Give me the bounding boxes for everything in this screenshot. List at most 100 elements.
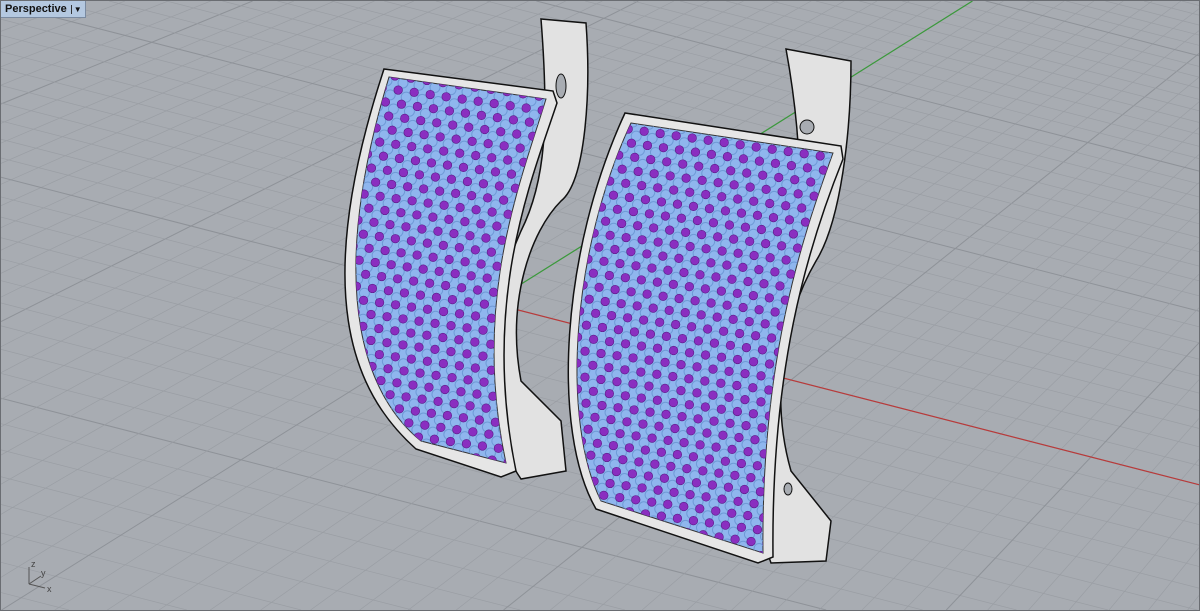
gem (470, 337, 480, 347)
gem (483, 193, 493, 203)
gem (628, 353, 638, 363)
gem (630, 152, 640, 162)
gem (435, 186, 445, 196)
gem (596, 374, 606, 385)
gem (476, 219, 486, 229)
grid-line (1181, 1, 1199, 6)
gem (725, 340, 736, 350)
gem (618, 518, 628, 529)
setting-hole (525, 318, 535, 328)
gem (436, 422, 446, 433)
gem (677, 334, 688, 344)
gem (646, 154, 656, 165)
dropdown-triangle-icon[interactable]: ▼ (70, 4, 82, 14)
gem (758, 170, 768, 180)
setting-hole (306, 147, 316, 157)
gem (615, 258, 625, 269)
setting-hole (290, 459, 300, 469)
gem (624, 192, 635, 203)
setting-hole (524, 370, 534, 380)
grid-line (1, 504, 413, 610)
gem (681, 227, 691, 237)
gem (411, 471, 420, 480)
setting-hole (392, 460, 404, 463)
gem (618, 455, 628, 465)
gem (423, 198, 433, 208)
gem (690, 256, 700, 266)
gem (660, 383, 670, 394)
gem (718, 559, 727, 568)
gem (557, 331, 566, 340)
gem (529, 494, 538, 503)
gem (483, 139, 493, 149)
gem (693, 336, 704, 346)
gem (620, 273, 630, 283)
gem (451, 188, 461, 198)
gem (624, 443, 635, 453)
gem (442, 160, 453, 170)
gem (756, 371, 766, 381)
gem (688, 452, 699, 462)
viewport-canvas[interactable]: z y x (1, 1, 1199, 610)
gem (652, 395, 662, 405)
gem (535, 482, 544, 491)
gem (784, 215, 795, 225)
viewport-title[interactable]: Perspective (5, 3, 67, 15)
gem (403, 127, 413, 138)
gem (748, 409, 758, 419)
gem (761, 239, 771, 249)
gem (639, 126, 649, 136)
gem (594, 282, 604, 292)
gem (612, 204, 623, 214)
setting-hole (326, 163, 336, 173)
gem (435, 132, 445, 142)
gem (383, 364, 393, 374)
gem (711, 272, 721, 282)
gem (306, 379, 315, 388)
gem (695, 504, 705, 514)
setting-hole (524, 504, 534, 514)
earring-left[interactable] (271, 18, 589, 514)
gem (590, 412, 600, 422)
gem (390, 300, 401, 310)
gem (558, 536, 567, 545)
gem (700, 402, 710, 412)
gem (414, 170, 425, 180)
perspective-viewport[interactable]: z y x Perspective ▼ (0, 0, 1200, 611)
setting-hole (388, 434, 400, 446)
gem (366, 335, 376, 346)
setting-hole (473, 472, 483, 482)
gem (364, 203, 374, 213)
viewport-title-tab[interactable]: Perspective ▼ (1, 1, 86, 18)
setting-hole (551, 309, 561, 319)
gem (328, 185, 337, 194)
gem (802, 163, 813, 173)
gem (637, 483, 647, 493)
setting-hole (577, 189, 579, 201)
gem (400, 113, 410, 123)
gem (459, 477, 468, 486)
gem (728, 314, 738, 324)
gem (621, 232, 631, 243)
gem (585, 160, 595, 170)
gem (422, 356, 432, 366)
gem (764, 385, 774, 395)
gem (814, 572, 823, 581)
gem (521, 103, 531, 113)
setting-hole (313, 449, 323, 459)
gem (299, 391, 308, 400)
gem (668, 371, 678, 382)
gem (621, 178, 631, 188)
gem (589, 174, 599, 184)
gem (379, 466, 388, 475)
hinge-hole (783, 482, 793, 496)
gem (692, 362, 702, 372)
gem (481, 233, 491, 243)
gem (438, 306, 449, 317)
gem (652, 369, 662, 379)
gem (636, 341, 647, 351)
gem (390, 326, 400, 336)
gem (506, 169, 517, 179)
setting-hole (804, 369, 816, 381)
gem (503, 155, 513, 165)
